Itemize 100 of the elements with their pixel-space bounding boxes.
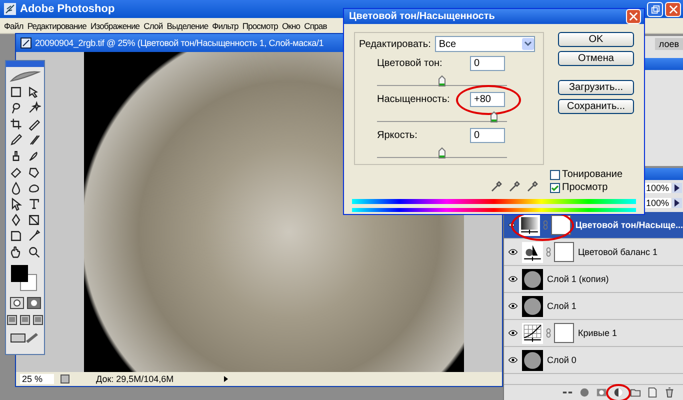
moon-thumbnail: [522, 268, 543, 290]
slider-label: Яркость:: [377, 130, 418, 141]
menu-item[interactable]: Фильтр: [210, 20, 240, 30]
zoom-field[interactable]: 25 %: [20, 374, 54, 384]
tool-icon[interactable]: [9, 85, 23, 99]
tool-icon[interactable]: [27, 165, 41, 179]
value-field[interactable]: +80: [470, 92, 505, 107]
eyedropper-icon[interactable]: [526, 181, 538, 193]
color-swatches[interactable]: [11, 265, 39, 291]
folder-icon[interactable]: [630, 387, 641, 398]
eye-icon[interactable]: [508, 221, 516, 229]
tool-icon[interactable]: [27, 101, 41, 115]
checkbox[interactable]: [550, 170, 560, 180]
tool-icon[interactable]: [9, 181, 23, 195]
document-size-text: Док: 29,5M/104,6M: [95, 374, 175, 384]
checkbox-label[interactable]: Просмотр: [562, 182, 608, 193]
eye-icon[interactable]: [508, 248, 518, 256]
slider-label: Насыщенность:: [377, 94, 450, 105]
dialog-button[interactable]: Сохранить...: [558, 99, 634, 114]
tool-icon[interactable]: [9, 229, 23, 243]
slider-thumb[interactable]: [490, 111, 498, 123]
eye-icon[interactable]: [508, 329, 518, 337]
moon-thumbnail: [522, 350, 543, 370]
trash-icon[interactable]: [664, 387, 675, 398]
opacity-field[interactable]: 100%: [644, 182, 671, 192]
feather-icon: [8, 69, 42, 83]
adjustment-icon[interactable]: [613, 387, 624, 398]
moon-thumbnail: [522, 296, 543, 316]
close-button[interactable]: [665, 2, 681, 16]
checkbox-label[interactable]: Тонирование: [562, 169, 623, 180]
menu-item[interactable]: Слой: [142, 20, 165, 30]
eye-icon[interactable]: [508, 275, 518, 283]
arrow-icon[interactable]: [222, 375, 230, 383]
mask-icon[interactable]: [596, 387, 607, 398]
layer-row[interactable]: Слой 0: [504, 347, 683, 374]
eyedropper-icon[interactable]: [508, 181, 520, 193]
tool-icon[interactable]: [27, 229, 41, 243]
layer-row[interactable]: Кривые 1: [504, 320, 683, 347]
link-icon[interactable]: [546, 247, 551, 257]
document-icon: [20, 37, 32, 49]
layer-row[interactable]: Цветовой тон/Насыще...: [504, 212, 683, 239]
close-button[interactable]: [626, 9, 641, 24]
tool-icon[interactable]: [9, 101, 23, 115]
edit-label: Редактировать:: [359, 38, 431, 50]
panel-tab[interactable]: лоев: [654, 38, 683, 50]
new-icon[interactable]: [647, 387, 658, 398]
eye-icon[interactable]: [508, 356, 518, 364]
toolbox-header: [6, 61, 44, 67]
adjustment-thumbnail: [519, 214, 540, 236]
eyedropper-icon[interactable]: [490, 181, 502, 193]
tool-icon[interactable]: [27, 117, 41, 131]
tool-icon[interactable]: [9, 213, 23, 227]
eye-icon[interactable]: [508, 302, 518, 310]
arrow-icon[interactable]: [672, 182, 682, 192]
restore-icon: [650, 4, 660, 14]
layer-name: Слой 1: [547, 301, 576, 311]
jump-to-icon[interactable]: [10, 331, 40, 343]
slider-label: Цветовой тон:: [377, 58, 442, 69]
menu-item[interactable]: Файл: [2, 20, 26, 30]
menu-item[interactable]: Редактирование: [25, 20, 88, 30]
restore-button[interactable]: [647, 2, 663, 16]
slider-thumb[interactable]: [438, 147, 446, 159]
layer-row[interactable]: Цветовой баланс 1: [504, 239, 683, 266]
page-icon: [60, 374, 70, 384]
tool-icon[interactable]: [27, 245, 41, 259]
value-field[interactable]: 0: [470, 56, 505, 71]
tool-icon[interactable]: [9, 197, 23, 211]
tool-icon[interactable]: [27, 213, 41, 227]
quick-mask-icon[interactable]: [26, 297, 40, 309]
close-icon: [668, 4, 678, 14]
layer-name: Цветовой баланс 1: [578, 247, 658, 257]
adjustment-thumbnail: [522, 242, 543, 262]
menu-item[interactable]: Окно: [280, 20, 302, 30]
dialog-button[interactable]: Загрузить...: [558, 80, 634, 95]
value-field[interactable]: 0: [470, 128, 505, 143]
standard-mode-icon[interactable]: [10, 297, 24, 309]
dialog-button[interactable]: OK: [558, 32, 634, 47]
tool-icon[interactable]: [9, 245, 23, 259]
close-icon: [629, 12, 638, 21]
tool-icon[interactable]: [9, 133, 23, 147]
link-icon[interactable]: [546, 328, 551, 338]
menu-item[interactable]: Просмотр: [240, 20, 280, 30]
menu-item[interactable]: Справ: [302, 20, 329, 30]
arrow-icon[interactable]: [672, 198, 682, 208]
edit-dropdown[interactable]: Все: [434, 36, 535, 52]
menu-item[interactable]: Выделение: [164, 20, 210, 30]
menu-item[interactable]: Изображение: [88, 20, 142, 30]
tool-icon[interactable]: [27, 197, 41, 211]
layer-row[interactable]: Слой 1 (копия): [504, 266, 683, 293]
checkbox[interactable]: [550, 182, 560, 192]
layer-name: Слой 1 (копия): [547, 274, 609, 284]
tool-icon[interactable]: [9, 165, 23, 179]
layer-name: Слой 0: [547, 355, 576, 365]
tool-icon[interactable]: [9, 117, 23, 131]
feather-icon: [4, 3, 16, 15]
layer-row[interactable]: Слой 1: [504, 293, 683, 320]
dialog-button[interactable]: Отмена: [558, 51, 634, 66]
slider-thumb[interactable]: [438, 75, 446, 87]
fill-field[interactable]: 100%: [644, 198, 671, 208]
document-title: 20090904_2rgb.tif @ 25% (Цветовой тон/Насыщенность 1, Слой-маска/1: [35, 38, 324, 48]
